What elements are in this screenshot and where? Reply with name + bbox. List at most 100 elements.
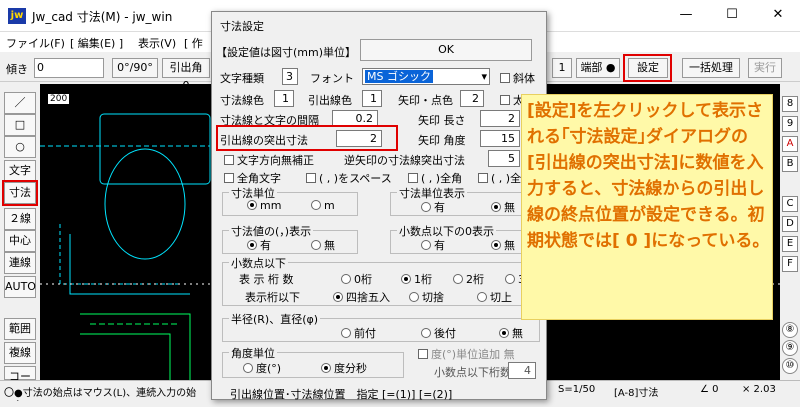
- italic-checkbox[interactable]: 斜体: [500, 70, 535, 86]
- copy-line-tool[interactable]: 複線: [4, 342, 36, 364]
- comma-no-label: 無: [324, 239, 335, 252]
- round-label: 表示桁以下: [245, 291, 300, 304]
- digits-2-radio[interactable]: 2桁: [453, 271, 484, 287]
- menu-file[interactable]: ファイル(F): [6, 35, 65, 51]
- radio-icon: [421, 240, 431, 250]
- angle-input[interactable]: 0: [34, 58, 104, 78]
- fullwidth-checkbox[interactable]: 全角文字: [224, 170, 281, 186]
- endpoint-button[interactable]: 端部 ●: [576, 58, 620, 78]
- layer-9[interactable]: 9: [782, 116, 798, 132]
- leader-angle-button[interactable]: 引出角 0: [162, 58, 210, 92]
- arrow-angle-input[interactable]: 15: [480, 130, 520, 147]
- dimension-highlight: [2, 180, 38, 206]
- close-button[interactable]: ✕: [756, 0, 800, 30]
- radio-icon: [311, 200, 321, 210]
- zero-no-radio[interactable]: 無: [491, 237, 515, 253]
- round-half-radio[interactable]: 四捨五入: [333, 289, 390, 305]
- menu-draw[interactable]: [ 作: [184, 35, 203, 51]
- layer-e[interactable]: E: [782, 236, 798, 252]
- window-title: Jw_cad 寸法(M) - jw_win: [32, 10, 173, 24]
- dimension-settings-dialog: 寸法設定 【設定値は図寸(mm)単位】 OK 文字種類 3 フォント MS ゴシ…: [211, 11, 547, 401]
- batch-button[interactable]: 一括処理: [682, 58, 740, 78]
- menu-view[interactable]: 表示(V): [138, 35, 176, 51]
- layer-b[interactable]: B: [782, 156, 798, 172]
- radio-icon: [421, 202, 431, 212]
- line-tool[interactable]: ／: [4, 92, 36, 114]
- double-line-tool[interactable]: ２線: [4, 208, 36, 230]
- arrow-length-input[interactable]: 2: [480, 110, 520, 127]
- font-kind-input[interactable]: 3: [282, 68, 298, 85]
- angle-unit-group: 角度単位 度(°) 度分秒: [222, 345, 404, 378]
- font-label: フォント: [310, 72, 354, 85]
- group-8[interactable]: ⑧: [782, 322, 798, 338]
- text-direction-checkbox[interactable]: 文字方向無補正: [224, 152, 314, 168]
- angle-dms-radio[interactable]: 度分秒: [321, 360, 367, 376]
- unit-display-no-radio[interactable]: 無: [491, 199, 515, 215]
- connect-line-tool[interactable]: 連線: [4, 252, 36, 274]
- digits-1-radio[interactable]: 1桁: [401, 271, 432, 287]
- radio-icon: [341, 274, 351, 284]
- layer-c[interactable]: C: [782, 196, 798, 212]
- menu-edit[interactable]: [ 編集(E) ]: [70, 35, 123, 51]
- arrow-color-input[interactable]: 2: [460, 90, 484, 107]
- leader-color-input[interactable]: 1: [362, 90, 382, 107]
- radius-suffix-radio[interactable]: 後付: [421, 325, 456, 341]
- unit-display-yes-radio[interactable]: 有: [421, 199, 445, 215]
- auto-tool[interactable]: AUTO: [4, 276, 36, 298]
- ok-button[interactable]: OK: [360, 39, 532, 61]
- text-direction-check-icon: [224, 155, 234, 165]
- unit-m-radio[interactable]: m: [311, 199, 335, 212]
- round-down-radio[interactable]: 切捨: [409, 289, 444, 305]
- radius-prefix-radio[interactable]: 前付: [341, 325, 376, 341]
- chevron-down-icon: ▾: [481, 70, 487, 83]
- decimal-group: 小数点以下 表 示 桁 数 0桁 1桁 2桁 3桁 表示桁以下 四捨五入 切捨 …: [222, 255, 540, 306]
- layer-f[interactable]: F: [782, 256, 798, 272]
- radio-icon: [311, 240, 321, 250]
- unit-mm-radio[interactable]: mm: [247, 199, 281, 212]
- maximize-button[interactable]: ☐: [710, 0, 754, 30]
- degree-add-checkbox[interactable]: 度(°)単位追加 無: [418, 346, 515, 362]
- text-tool[interactable]: 文字: [4, 160, 36, 182]
- center-line-tool[interactable]: 中心線: [4, 230, 36, 267]
- exec-button[interactable]: 実行: [748, 58, 782, 78]
- radio-icon: [453, 274, 463, 284]
- zero-yes-radio[interactable]: 有: [421, 237, 445, 253]
- count-button[interactable]: 1: [552, 58, 572, 78]
- round-up-radio[interactable]: 切上: [477, 289, 512, 305]
- angle-dms-label: 度分秒: [334, 362, 367, 375]
- status-zoom[interactable]: × 2.03: [742, 384, 776, 395]
- fullwidth-check-icon: [224, 173, 234, 183]
- range-tool[interactable]: 範囲: [4, 318, 36, 340]
- comma-space-label: ( , )をスペース: [319, 172, 392, 185]
- font-select-value: MS ゴシック: [365, 70, 433, 83]
- comma-no-radio[interactable]: 無: [311, 237, 335, 253]
- dim-color-input[interactable]: 1: [274, 90, 294, 107]
- radius-prefix-label: 前付: [354, 327, 376, 340]
- unit-display-no-label: 無: [504, 201, 515, 214]
- circle-tool[interactable]: ○: [4, 136, 36, 158]
- digits-0-radio[interactable]: 0桁: [341, 271, 372, 287]
- status-scale[interactable]: S=1/50: [558, 384, 595, 395]
- group-10[interactable]: ⑩: [782, 358, 798, 374]
- group-9[interactable]: ⑨: [782, 340, 798, 356]
- minimize-button[interactable]: —: [664, 0, 708, 30]
- comma-space-checkbox[interactable]: ( , )をスペース: [306, 170, 392, 186]
- comma-half-checkbox[interactable]: ( , )全: [478, 170, 521, 186]
- layer-d[interactable]: D: [782, 216, 798, 232]
- angle-degree-radio[interactable]: 度(°): [243, 360, 281, 376]
- angle-0-90-button[interactable]: 0°/90°: [112, 58, 158, 78]
- radio-icon: [341, 328, 351, 338]
- decimal-digits-input[interactable]: 4: [508, 362, 536, 379]
- corner-tool[interactable]: コーナ: [4, 366, 36, 403]
- comma-yes-radio[interactable]: 有: [247, 237, 271, 253]
- layer-a[interactable]: A: [782, 136, 798, 152]
- bold-check-icon: [500, 95, 510, 105]
- comma-full-checkbox[interactable]: ( , )全角: [408, 170, 462, 186]
- rect-tool[interactable]: □: [4, 114, 36, 136]
- status-layer[interactable]: [A-8]寸法: [614, 384, 658, 399]
- layer-8[interactable]: 8: [782, 96, 798, 112]
- font-select[interactable]: MS ゴシック ▾: [362, 68, 490, 85]
- radius-none-radio[interactable]: 無: [499, 325, 523, 341]
- status-angle[interactable]: ∠ 0: [700, 384, 719, 395]
- reverse-arrow-input[interactable]: 5: [488, 150, 520, 167]
